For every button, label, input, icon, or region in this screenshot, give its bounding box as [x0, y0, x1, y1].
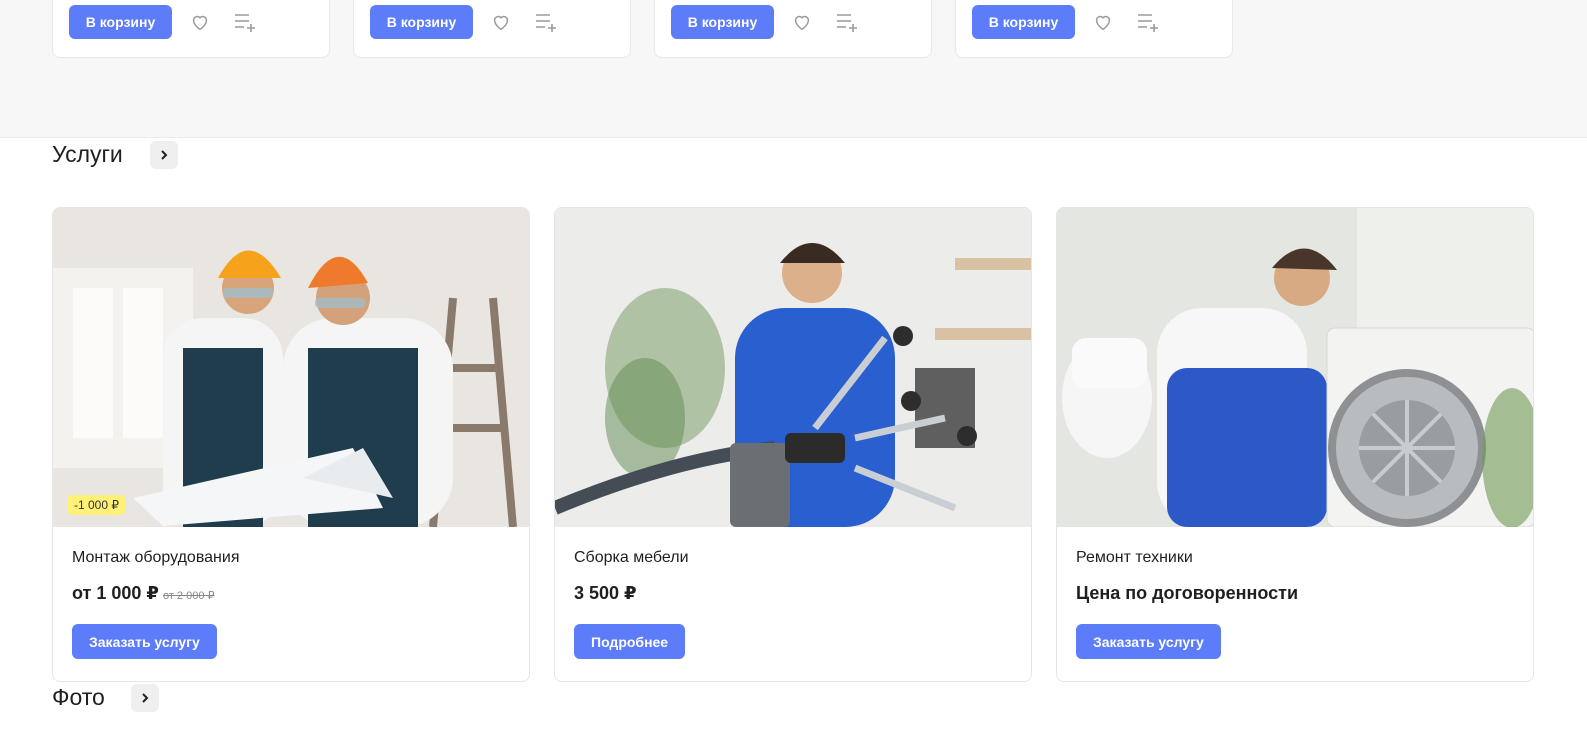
services-more-button[interactable]	[150, 141, 178, 169]
price-value: от 1 000 ₽	[72, 583, 159, 603]
order-service-button[interactable]: Заказать услугу	[72, 624, 217, 659]
order-service-button[interactable]: Заказать услугу	[1076, 624, 1221, 659]
chevron-right-icon	[161, 150, 168, 160]
product-card: В корзину	[52, 0, 330, 58]
add-to-cart-button[interactable]: В корзину	[972, 5, 1075, 39]
service-name[interactable]: Сборка мебели	[574, 549, 689, 567]
heart-icon[interactable]	[490, 11, 512, 33]
price-value: Цена по договоренности	[1076, 583, 1299, 603]
service-name[interactable]: Ремонт техники	[1076, 549, 1193, 567]
service-image-installers: -1 000 ₽	[53, 208, 529, 527]
details-button[interactable]: Подробнее	[574, 624, 686, 659]
product-grid-band: В корзину В корзину В корзину В корзину	[0, 0, 1587, 138]
service-card[interactable]: Сборка мебели 3 500 ₽ Подробнее	[554, 207, 1032, 682]
compare-list-icon[interactable]	[835, 11, 859, 33]
old-price: от 2 000 ₽	[162, 590, 215, 602]
service-image-furniture	[555, 208, 1031, 527]
product-card: В корзину	[955, 0, 1233, 58]
photo-more-button[interactable]	[131, 684, 159, 712]
chevron-right-icon	[142, 693, 149, 703]
service-card[interactable]: Ремонт техники Цена по договоренности За…	[1056, 207, 1534, 682]
service-card[interactable]: -1 000 ₽ Монтаж оборудования от 1 000 ₽ о…	[52, 207, 530, 682]
compare-list-icon[interactable]	[534, 11, 558, 33]
heart-icon[interactable]	[1092, 11, 1114, 33]
add-to-cart-button[interactable]: В корзину	[370, 5, 473, 39]
heart-icon[interactable]	[189, 11, 211, 33]
compare-list-icon[interactable]	[233, 11, 257, 33]
service-image-repair	[1057, 208, 1533, 527]
service-price: 3 500 ₽	[574, 583, 637, 604]
product-card: В корзину	[654, 0, 932, 58]
product-card: В корзину	[353, 0, 631, 58]
price-value: 3 500 ₽	[574, 583, 637, 603]
add-to-cart-button[interactable]: В корзину	[69, 5, 172, 39]
service-price: от 1 000 ₽ от 2 000 ₽	[72, 583, 215, 604]
photo-section-title: Фото	[52, 684, 105, 710]
service-name[interactable]: Монтаж оборудования	[72, 549, 239, 567]
service-price: Цена по договоренности	[1076, 583, 1298, 604]
compare-list-icon[interactable]	[1136, 11, 1160, 33]
heart-icon[interactable]	[791, 11, 813, 33]
discount-badge: -1 000 ₽	[68, 495, 125, 515]
services-section-title: Услуги	[52, 141, 123, 167]
add-to-cart-button[interactable]: В корзину	[671, 5, 774, 39]
